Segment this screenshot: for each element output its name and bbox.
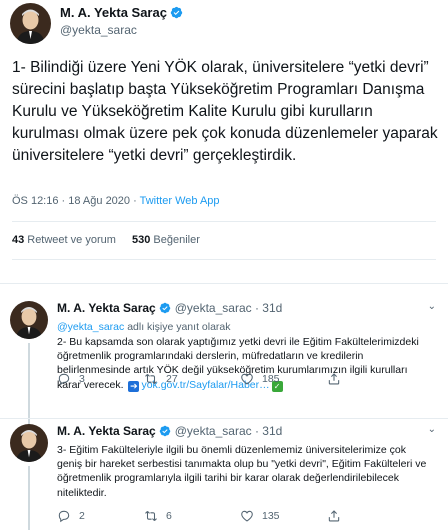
verified-icon	[159, 425, 172, 438]
replying-mention[interactable]: @yekta_sarac	[57, 321, 124, 333]
author-name[interactable]: M. A. Yekta Saraç	[60, 5, 183, 20]
verified-icon	[159, 302, 172, 315]
tweet-source[interactable]: Twitter Web App	[140, 195, 220, 207]
reply-icon	[58, 373, 70, 386]
share-icon	[328, 373, 340, 385]
author-handle[interactable]: @yekta_sarac · 31d	[175, 424, 283, 438]
reply-icon	[58, 510, 70, 523]
avatar[interactable]	[10, 3, 51, 44]
divider	[0, 283, 448, 284]
main-tweet-actions	[0, 264, 448, 276]
author-name[interactable]: M. A. Yekta Saraç	[57, 301, 156, 315]
reply-header: M. A. Yekta Saraç @yekta_sarac · 31d	[57, 301, 282, 315]
reply-button[interactable]: 2	[57, 508, 85, 524]
chevron-down-icon[interactable]: ⌄	[428, 424, 436, 435]
tweet-text: 1- Bilindiği üzere Yeni YÖK olarak, üniv…	[12, 59, 442, 164]
reply-tweet[interactable]: M. A. Yekta Saraç @yekta_sarac · 31d ⌄ @y…	[0, 301, 448, 435]
like-icon	[241, 510, 253, 522]
like-button[interactable]: 135	[240, 508, 280, 524]
thread-line	[28, 466, 30, 530]
reply-tweet[interactable]: M. A. Yekta Saraç @yekta_sarac · 31d ⌄ 3-…	[0, 424, 448, 530]
main-tweet: M. A. Yekta Saraç @yekta_sarac 1- Bilind…	[0, 0, 448, 284]
author-name[interactable]: M. A. Yekta Saraç	[57, 424, 156, 438]
tweet-actions: 3 27 185	[57, 371, 397, 387]
thread-line	[28, 343, 30, 435]
likes-stat[interactable]: 530 Beğeniler	[132, 234, 200, 246]
like-button[interactable]: 185	[240, 371, 280, 387]
tweet-text: 3- Eğitim Fakülteleriyle ilgili bu öneml…	[57, 444, 427, 499]
tweet-time[interactable]: ÖS 12:16 · 18 Ağu 2020 ·	[12, 195, 140, 207]
avatar[interactable]	[10, 424, 48, 462]
chevron-down-icon[interactable]: ⌄	[428, 301, 436, 312]
verified-icon	[170, 6, 183, 19]
share-icon	[328, 510, 340, 522]
author-handle[interactable]: @yekta_sarac	[60, 23, 137, 37]
reply-button[interactable]: 3	[57, 371, 85, 387]
retweets-stat[interactable]: 43 Retweet ve yorum	[12, 234, 116, 246]
share-button[interactable]	[327, 371, 349, 387]
divider	[12, 259, 436, 260]
like-icon	[241, 373, 253, 385]
retweet-button[interactable]: 6	[144, 508, 172, 524]
tweet-stats: 43 Retweet ve yorum 530 Beğeniler	[12, 234, 200, 246]
tweet-actions: 2 6 135	[57, 508, 397, 524]
replying-to: @yekta_sarac adlı kişiye yanıt olarak	[57, 321, 231, 333]
avatar[interactable]	[10, 301, 48, 339]
retweet-icon	[145, 373, 157, 385]
retweet-icon	[145, 510, 157, 522]
author-handle[interactable]: @yekta_sarac · 31d	[175, 301, 283, 315]
retweet-button[interactable]: 27	[144, 371, 178, 387]
tweet-timestamp: ÖS 12:16 · 18 Ağu 2020 · Twitter Web App	[12, 195, 220, 207]
reply-header: M. A. Yekta Saraç @yekta_sarac · 31d	[57, 424, 282, 438]
share-button[interactable]	[327, 508, 349, 524]
divider	[12, 221, 436, 222]
divider	[0, 418, 448, 419]
